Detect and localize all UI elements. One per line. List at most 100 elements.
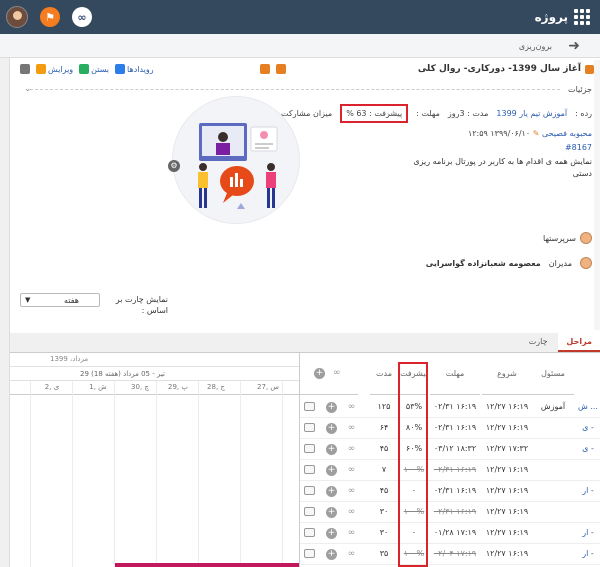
illustration-svg <box>198 123 278 209</box>
link-icon[interactable]: ∞ <box>346 465 358 476</box>
calendar-icon <box>115 64 126 74</box>
link-icon[interactable]: ∞ <box>346 402 358 413</box>
brand-label: پروژه <box>534 10 568 24</box>
gantt-days-header: 27, س 28, ج 29, پ 30, چ 1, ش 2, ی <box>10 381 299 395</box>
gear-icon[interactable]: ⚙ <box>168 160 180 172</box>
list-icon[interactable] <box>304 486 316 495</box>
gantt-bar[interactable] <box>115 563 299 567</box>
divider <box>30 89 560 90</box>
list-icon[interactable] <box>304 444 316 453</box>
table-row[interactable]: + ∞ ۳۰ ۰ ۰۱/۲۸ ۱۷:۱۹ ۱۲/۲۷ ۱۶:۱۹ ار - <box>300 523 600 544</box>
bell-icon[interactable]: ⚑ <box>40 7 60 27</box>
task-icon <box>585 64 594 74</box>
row-name-cell[interactable]: ار - <box>576 549 600 558</box>
deadline-cell: ۰۲/۳۱ ۱۶:۱۹ <box>433 402 477 411</box>
start-cell: ۱۲/۲۷ ۱۶:۱۹ <box>485 549 529 558</box>
duration-cell: ۳۵ <box>379 549 389 558</box>
list-icon[interactable] <box>304 528 316 537</box>
deadline-cell: ۰۲/۰۴ ۱۷:۱۹ <box>433 549 477 558</box>
table-row[interactable]: + ∞ ۷ ۱۰۰% ۰۲/۳۱ ۱۶:۱۹ ۱۲/۲۷ ۱۶:۱۹ <box>300 460 600 481</box>
list-icon[interactable] <box>304 423 316 432</box>
add-icon[interactable]: + <box>326 528 338 539</box>
category-link[interactable]: آموزش تیم یار 1399 <box>496 109 567 118</box>
add-icon[interactable]: + <box>314 368 325 379</box>
start-cell: ۱۲/۲۷ ۱۶:۱۹ <box>485 402 529 411</box>
start-cell: ۱۲/۲۷ ۱۶:۱۹ <box>485 423 529 432</box>
table-row[interactable]: + ∞ ۱۲۵ ۵۳% ۰۲/۳۱ ۱۶:۱۹ ۱۲/۲۷ ۱۶:۱۹ آموزش ش ... <box>300 397 600 418</box>
add-icon[interactable]: + <box>326 444 338 455</box>
gantt-month-label: مرداد، 1399 <box>50 355 89 363</box>
start-cell: ۱۲/۲۷ ۱۶:۱۹ <box>485 486 529 495</box>
link-icon[interactable]: ∞ <box>333 368 344 379</box>
add-icon[interactable]: + <box>326 402 338 413</box>
side-panel <box>0 58 10 567</box>
row-name-cell[interactable]: ار - <box>576 528 600 537</box>
gantt-gridline <box>240 381 241 567</box>
table-row[interactable]: + ∞ ۴۵ ۶۰% ۰۳/۱۲ ۱۸:۳۲ ۱۲/۲۷ ۱۷:۳۲ ی - <box>300 439 600 460</box>
scrollbar[interactable] <box>594 60 600 330</box>
close-task-button[interactable]: بستن <box>79 64 109 74</box>
list-icon[interactable] <box>304 507 316 516</box>
deadline-label: مهلت : <box>416 109 440 118</box>
link-button[interactable] <box>275 64 286 74</box>
add-icon[interactable]: + <box>326 423 338 434</box>
timestamp: ۱۳۹۹/۰۶/۱۰ ۱۲:۵۹ <box>467 129 531 138</box>
row-name-cell[interactable]: ی - <box>576 444 600 453</box>
table-header-start: شروع <box>482 353 532 395</box>
chart-basis-select[interactable]: ▼ هفته <box>20 293 100 307</box>
table-header-owner: مسئول <box>532 353 574 395</box>
link-icon[interactable]: ∞ <box>72 7 92 27</box>
task-id[interactable]: #8167 <box>565 143 592 152</box>
link-icon[interactable]: ∞ <box>346 423 358 434</box>
back-arrow-icon[interactable]: ➜ <box>568 38 580 54</box>
link-icon[interactable]: ∞ <box>346 486 358 497</box>
gantt-day: 2, ی <box>44 383 60 391</box>
apps-grid-icon[interactable] <box>574 9 590 25</box>
owner-name[interactable]: محبوبه فصیحی <box>542 129 592 138</box>
supervisors-row: سرپرستها <box>543 232 592 244</box>
close-label: بستن <box>91 64 110 74</box>
gantt-week-header: 29 تیر - 05 مرداد (هفته 18) <box>10 367 299 381</box>
link-icon[interactable]: ∞ <box>346 444 358 455</box>
list-icon[interactable] <box>304 549 316 558</box>
add-icon[interactable]: + <box>326 486 338 497</box>
task-actions: ویرایش بستن رویدادها <box>20 64 286 74</box>
gantt-gridline <box>72 381 73 567</box>
top-bar-actions: ⚑ ∞ <box>6 6 92 28</box>
link-icon[interactable]: ∞ <box>346 549 358 560</box>
manager-name: معصومه شعبانزاده گواسرایی <box>425 258 541 268</box>
add-icon[interactable]: + <box>326 465 338 476</box>
avatar[interactable] <box>6 6 28 28</box>
edit-button[interactable]: ویرایش <box>36 64 73 74</box>
link-icon[interactable]: ∞ <box>346 528 358 539</box>
duration-cell: ۴۵ <box>379 444 389 453</box>
gantt-gridline <box>30 381 31 567</box>
duration-cell: ۳۰ <box>379 507 389 516</box>
caret-down-icon: ▼ <box>25 296 31 304</box>
table-row[interactable]: + ∞ ۴۵ ۰ ۰۲/۳۱ ۱۶:۱۹ ۱۲/۲۷ ۱۶:۱۹ ار - <box>300 481 600 502</box>
supervisors-icon <box>580 232 592 244</box>
settings-button[interactable] <box>20 64 30 74</box>
tab-chart[interactable]: چارت <box>521 333 556 350</box>
row-name-cell[interactable]: ش ... <box>576 402 600 411</box>
share-button[interactable] <box>259 64 270 74</box>
table-row[interactable]: + ∞ ۶۴ ۸۰% ۰۲/۳۱ ۱۶:۱۹ ۱۲/۲۷ ۱۶:۱۹ ی - <box>300 418 600 439</box>
edit-label: ویرایش <box>48 64 74 74</box>
tab-stages[interactable]: مراحل <box>558 333 600 352</box>
add-icon[interactable]: + <box>326 507 338 518</box>
task-description: نمایش همه ی اقدام ها به کاربر در پورتال … <box>413 157 592 178</box>
table-row[interactable]: + ∞ ۳۰ ۱۰۰% ۰۲/۳۱ ۱۶:۱۹ ۱۲/۲۷ ۱۶:۱۹ <box>300 502 600 523</box>
brand[interactable]: پروژه <box>535 9 590 25</box>
top-bar: ⚑ ∞ پروژه <box>0 0 600 34</box>
row-name-cell[interactable]: ار - <box>576 486 600 495</box>
table-row[interactable]: + ∞ ۳۵ ۱۰۰% ۰۲/۰۴ ۱۷:۱۹ ۱۲/۲۷ ۱۶:۱۹ ار - <box>300 544 600 565</box>
row-name-cell[interactable]: ی - <box>576 423 600 432</box>
link-icon[interactable]: ∞ <box>346 507 358 518</box>
duration-cell: ۱۲۵ <box>377 402 391 411</box>
deadline-cell: ۰۱/۲۸ ۱۷:۱۹ <box>433 528 477 537</box>
events-button[interactable]: رویدادها <box>115 64 154 74</box>
add-icon[interactable]: + <box>326 549 338 560</box>
list-icon[interactable] <box>304 465 316 474</box>
list-icon[interactable] <box>304 402 316 411</box>
tab-bar: مراحل چارت <box>10 333 600 353</box>
